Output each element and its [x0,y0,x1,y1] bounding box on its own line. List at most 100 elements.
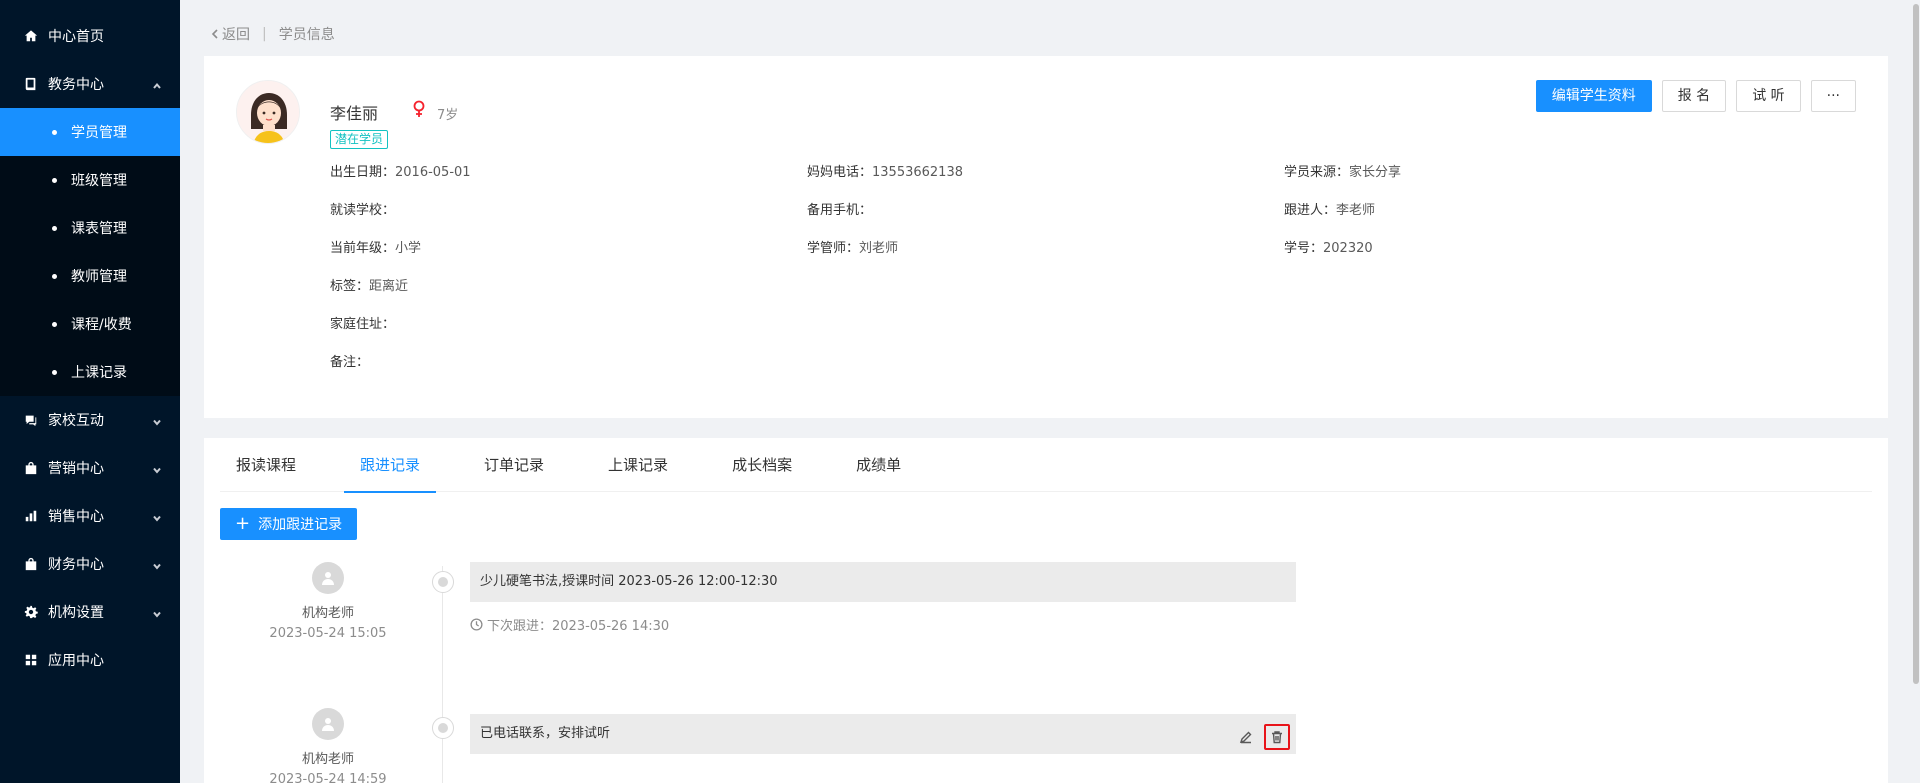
nav-item-settings[interactable]: 机构设置 [0,588,180,636]
field-value: 距离近 [369,279,409,294]
records-card: 报读课程 跟进记录 订单记录 上课记录 成长档案 成绩单 + 添加跟进记录 机构… [204,438,1888,783]
chevron-down-icon [152,415,162,426]
address-field: 家庭住址： [330,313,395,332]
avatar [236,80,300,144]
field-value: 刘老师 [859,241,899,256]
field-value: 13553662138 [872,165,963,180]
school-field: 就读学校： [330,199,395,218]
scrollbar-thumb[interactable] [1913,4,1919,684]
chevron-down-icon [152,511,162,522]
timeline-node [432,717,454,739]
nav-item-sales[interactable]: 销售中心 [0,492,180,540]
nav-item-home[interactable]: 中心首页 [0,12,180,60]
back-link[interactable]: 返回 [210,24,250,44]
home-icon [24,29,38,43]
timeline-content: 已电话联系，安排试听 [470,714,1296,754]
tab-follow-up-records[interactable]: 跟进记录 [344,438,437,493]
delete-record-button[interactable] [1264,724,1290,750]
user-avatar-icon [312,562,344,594]
nav-label: 教务中心 [48,77,104,93]
female-icon [412,100,426,122]
breadcrumb-separator: | [262,26,267,42]
sidebar-item-course-fees[interactable]: 课程/收费 [0,300,180,348]
enroll-button[interactable]: 报 名 [1661,80,1727,112]
bullet-icon [52,321,57,327]
field-value: 家长分享 [1349,165,1402,180]
field-value: 2016-05-01 [395,165,471,180]
chevron-down-icon [152,559,162,570]
chart-icon [24,509,38,523]
sidebar-item-teacher-management[interactable]: 教师管理 [0,252,180,300]
sub-label: 上课记录 [71,365,127,381]
tab-order-records[interactable]: 订单记录 [468,438,560,492]
bullet-icon [52,129,57,135]
field-value: 李老师 [1336,203,1376,218]
bullet-icon [52,177,57,183]
field-label: 学号： [1284,241,1324,256]
field-label: 妈妈电话： [807,165,873,180]
chevron-up-icon [152,79,162,89]
field-label: 跟进人： [1284,203,1337,218]
follower-field: 跟进人：李老师 [1284,199,1375,218]
field-label: 学管师： [807,241,860,256]
plus-icon: + [235,513,251,534]
remark-field: 备注： [330,351,369,370]
next-follow-up-text: 下次跟进：2023-05-26 14:30 [487,619,670,634]
edit-record-button[interactable] [1236,727,1256,747]
grade-field: 当前年级：小学 [330,237,421,256]
nav-item-finance[interactable]: 财务中心 [0,540,180,588]
field-label: 备注： [330,355,370,370]
grid-icon [24,653,38,667]
sidebar-item-student-management[interactable]: 学员管理 [0,108,180,156]
field-label: 家庭住址： [330,317,396,332]
nav-label: 销售中心 [48,509,104,525]
field-value: 202320 [1323,241,1373,256]
field-label: 出生日期： [330,165,396,180]
wallet-icon [24,557,38,571]
status-badge: 潜在学员 [330,130,389,149]
edit-student-button[interactable]: 编辑学生资料 [1535,80,1652,112]
timeline-node [432,571,454,593]
nav-item-marketing[interactable]: 营销中心 [0,444,180,492]
bullet-icon [52,225,57,231]
field-label: 备用手机： [807,203,873,218]
timeline-author: 机构老师 [301,606,354,621]
nav-label: 应用中心 [48,653,104,669]
nav-item-home-school[interactable]: 家校互动 [0,396,180,444]
pencil-icon [1239,731,1252,744]
clock-icon [470,618,483,631]
timeline-content-text: 已电话联系，安排试听 [480,726,611,741]
sidebar-item-class-records[interactable]: 上课记录 [0,348,180,396]
timeline-author: 机构老师 [301,752,354,767]
book-icon [24,77,38,91]
action-buttons: 编辑学生资料 报 名 试 听 ··· [1535,80,1856,112]
field-value: 小学 [395,241,422,256]
student-name: 李佳丽 [330,104,379,123]
nav-label: 财务中心 [48,557,104,573]
manager-field: 学管师：刘老师 [807,237,898,256]
sidebar-item-schedule-management[interactable]: 课表管理 [0,204,180,252]
vertical-scrollbar[interactable] [1912,0,1920,783]
nav-item-apps[interactable]: 应用中心 [0,636,180,684]
tab-growth-archive[interactable]: 成长档案 [716,438,808,492]
timeline-time: 2023-05-24 14:59 [269,772,387,783]
tab-bar: 报读课程 跟进记录 订单记录 上课记录 成长档案 成绩单 [220,438,1872,493]
timeline-line [442,566,443,783]
field-label: 就读学校： [330,203,396,218]
breadcrumb: 返回 | 学员信息 [210,24,335,44]
gear-icon [24,605,38,619]
sidebar-item-class-management[interactable]: 班级管理 [0,156,180,204]
field-label: 当前年级： [330,241,396,256]
nav-item-academic[interactable]: 教务中心 [0,60,180,108]
add-follow-up-button[interactable]: + 添加跟进记录 [220,508,358,540]
bullet-icon [52,369,57,375]
tab-class-records[interactable]: 上课记录 [592,438,684,492]
trial-button[interactable]: 试 听 [1736,80,1801,112]
bullet-icon [52,273,57,279]
user-avatar-icon [312,708,344,740]
tab-enrolled-courses[interactable]: 报读课程 [220,438,312,492]
timeline-time: 2023-05-24 15:05 [269,626,387,641]
more-button[interactable]: ··· [1810,80,1856,112]
field-label: 标签： [330,279,370,294]
tab-transcript[interactable]: 成绩单 [840,438,917,492]
